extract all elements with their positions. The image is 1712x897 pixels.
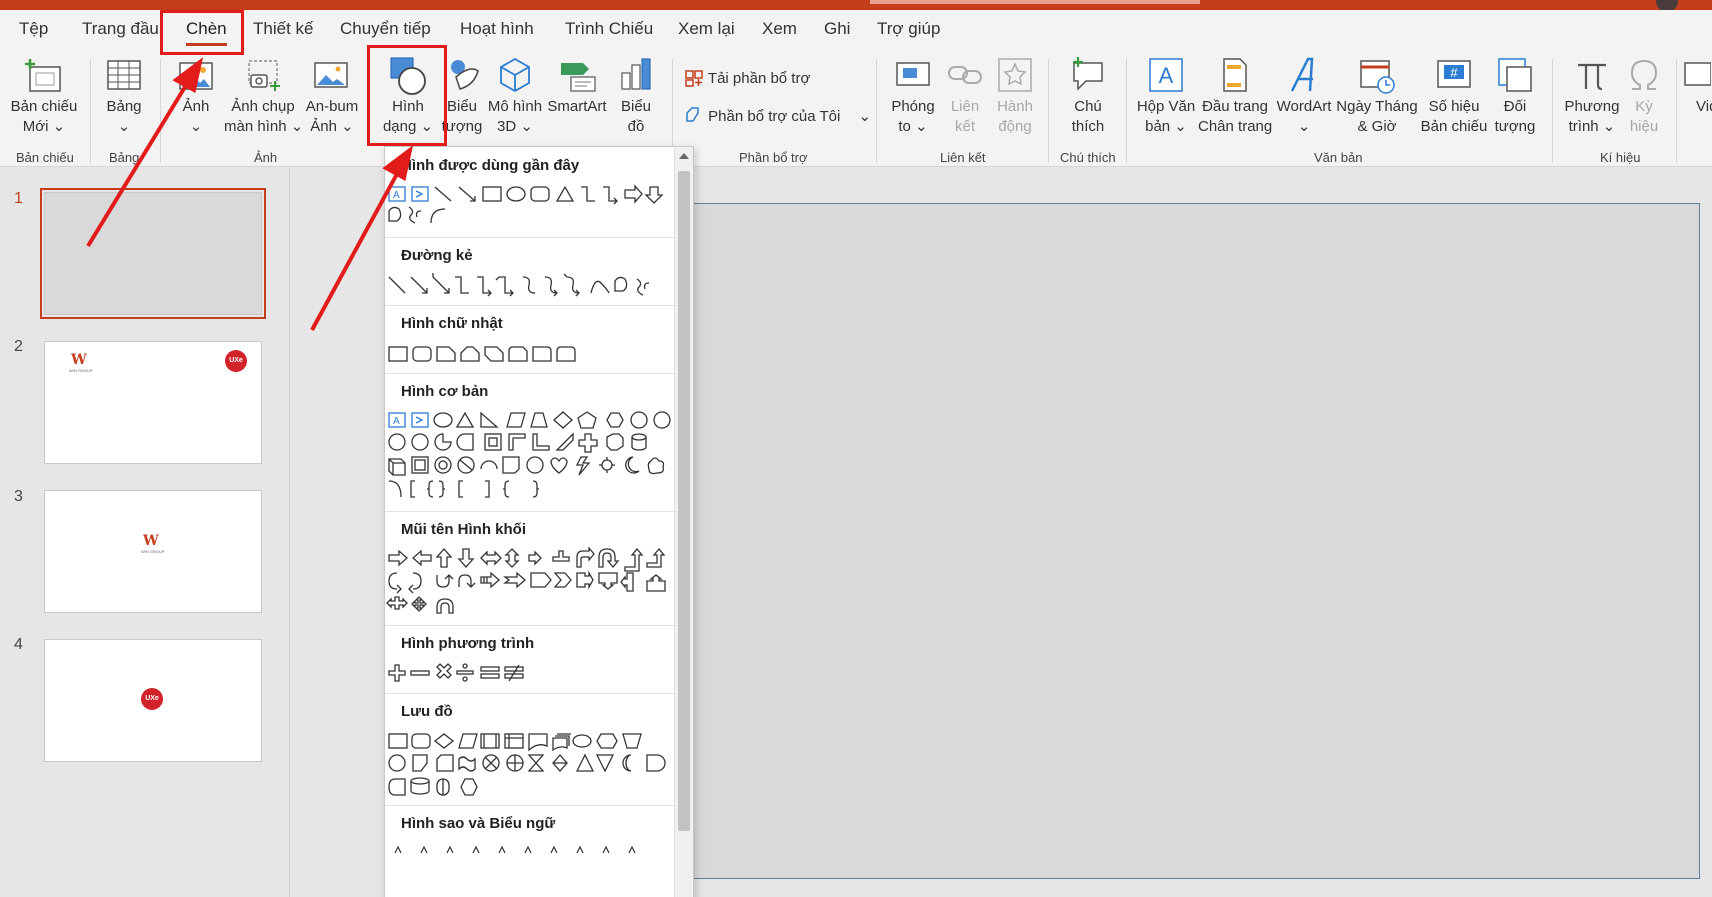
annotation-arrows [86, 57, 414, 331]
arrow-to-shapes-button [310, 171, 400, 331]
powerpoint-window: Tệp Trang đầu Chèn Thiết kế Chuyển tiếp … [0, 0, 1712, 897]
arrow-to-insert-tab [86, 80, 190, 248]
